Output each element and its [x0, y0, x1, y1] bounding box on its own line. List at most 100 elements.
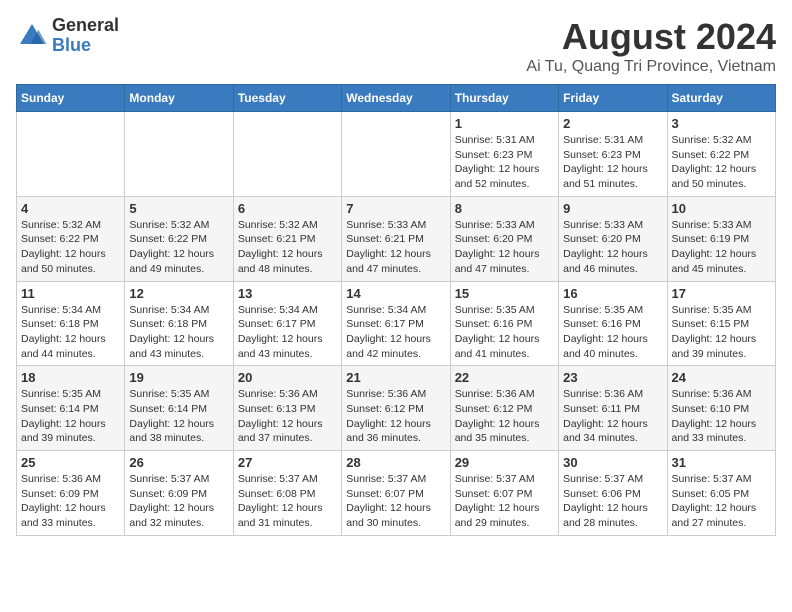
day-info: Sunrise: 5:32 AM Sunset: 6:22 PM Dayligh… [672, 133, 771, 192]
day-number: 5 [129, 201, 228, 216]
day-cell: 24 Sunrise: 5:36 AM Sunset: 6:10 PM Dayli… [667, 366, 775, 451]
day-cell: 6 Sunrise: 5:32 AM Sunset: 6:21 PM Daylig… [233, 196, 341, 281]
day-number: 1 [455, 116, 554, 131]
weekday-header-wednesday: Wednesday [342, 85, 450, 112]
day-info: Sunrise: 5:34 AM Sunset: 6:17 PM Dayligh… [346, 303, 445, 362]
week-row-4: 18 Sunrise: 5:35 AM Sunset: 6:14 PM Dayli… [17, 366, 776, 451]
day-number: 18 [21, 370, 120, 385]
day-cell: 7 Sunrise: 5:33 AM Sunset: 6:21 PM Daylig… [342, 196, 450, 281]
calendar-table: SundayMondayTuesdayWednesdayThursdayFrid… [16, 84, 776, 536]
day-cell: 8 Sunrise: 5:33 AM Sunset: 6:20 PM Daylig… [450, 196, 558, 281]
day-number: 2 [563, 116, 662, 131]
day-info: Sunrise: 5:37 AM Sunset: 6:08 PM Dayligh… [238, 472, 337, 531]
day-info: Sunrise: 5:36 AM Sunset: 6:10 PM Dayligh… [672, 387, 771, 446]
day-number: 19 [129, 370, 228, 385]
logo-general: General [52, 16, 119, 36]
day-number: 30 [563, 455, 662, 470]
day-info: Sunrise: 5:32 AM Sunset: 6:22 PM Dayligh… [129, 218, 228, 277]
day-cell: 4 Sunrise: 5:32 AM Sunset: 6:22 PM Daylig… [17, 196, 125, 281]
logo-icon [16, 20, 48, 52]
day-info: Sunrise: 5:36 AM Sunset: 6:12 PM Dayligh… [346, 387, 445, 446]
day-number: 3 [672, 116, 771, 131]
day-cell: 13 Sunrise: 5:34 AM Sunset: 6:17 PM Dayli… [233, 281, 341, 366]
day-number: 29 [455, 455, 554, 470]
day-cell: 30 Sunrise: 5:37 AM Sunset: 6:06 PM Dayli… [559, 451, 667, 536]
day-info: Sunrise: 5:35 AM Sunset: 6:15 PM Dayligh… [672, 303, 771, 362]
day-number: 20 [238, 370, 337, 385]
day-number: 4 [21, 201, 120, 216]
day-info: Sunrise: 5:36 AM Sunset: 6:13 PM Dayligh… [238, 387, 337, 446]
day-info: Sunrise: 5:35 AM Sunset: 6:14 PM Dayligh… [129, 387, 228, 446]
day-cell: 31 Sunrise: 5:37 AM Sunset: 6:05 PM Dayli… [667, 451, 775, 536]
day-cell: 18 Sunrise: 5:35 AM Sunset: 6:14 PM Dayli… [17, 366, 125, 451]
day-cell: 11 Sunrise: 5:34 AM Sunset: 6:18 PM Dayli… [17, 281, 125, 366]
title-section: August 2024 Ai Tu, Quang Tri Province, V… [526, 16, 776, 76]
day-cell: 9 Sunrise: 5:33 AM Sunset: 6:20 PM Daylig… [559, 196, 667, 281]
day-cell: 12Sunrise: 5:34 AM Sunset: 6:18 PM Dayli… [125, 281, 233, 366]
day-number: 9 [563, 201, 662, 216]
month-title: August 2024 [526, 16, 776, 58]
day-number: 28 [346, 455, 445, 470]
day-number: 24 [672, 370, 771, 385]
day-number: 23 [563, 370, 662, 385]
day-cell: 21 Sunrise: 5:36 AM Sunset: 6:12 PM Dayli… [342, 366, 450, 451]
day-cell: 28 Sunrise: 5:37 AM Sunset: 6:07 PM Dayli… [342, 451, 450, 536]
weekday-header-thursday: Thursday [450, 85, 558, 112]
day-info: Sunrise: 5:35 AM Sunset: 6:16 PM Dayligh… [563, 303, 662, 362]
weekday-header-sunday: Sunday [17, 85, 125, 112]
day-info: Sunrise: 5:33 AM Sunset: 6:20 PM Dayligh… [563, 218, 662, 277]
day-number: 22 [455, 370, 554, 385]
day-info: Sunrise: 5:36 AM Sunset: 6:12 PM Dayligh… [455, 387, 554, 446]
weekday-header-tuesday: Tuesday [233, 85, 341, 112]
day-info: Sunrise: 5:35 AM Sunset: 6:14 PM Dayligh… [21, 387, 120, 446]
day-info: Sunrise: 5:33 AM Sunset: 6:20 PM Dayligh… [455, 218, 554, 277]
day-cell: 25 Sunrise: 5:36 AM Sunset: 6:09 PM Dayli… [17, 451, 125, 536]
day-number: 6 [238, 201, 337, 216]
weekday-header-row: SundayMondayTuesdayWednesdayThursdayFrid… [17, 85, 776, 112]
day-info: Sunrise: 5:36 AM Sunset: 6:09 PM Dayligh… [21, 472, 120, 531]
day-info: Sunrise: 5:33 AM Sunset: 6:21 PM Dayligh… [346, 218, 445, 277]
week-row-2: 4 Sunrise: 5:32 AM Sunset: 6:22 PM Daylig… [17, 196, 776, 281]
logo-text: General Blue [52, 16, 119, 56]
day-number: 12 [129, 286, 228, 301]
day-cell [125, 112, 233, 197]
day-number: 8 [455, 201, 554, 216]
day-cell: 3 Sunrise: 5:32 AM Sunset: 6:22 PM Daylig… [667, 112, 775, 197]
day-info: Sunrise: 5:35 AM Sunset: 6:16 PM Dayligh… [455, 303, 554, 362]
day-info: Sunrise: 5:31 AM Sunset: 6:23 PM Dayligh… [563, 133, 662, 192]
day-cell [17, 112, 125, 197]
day-info: Sunrise: 5:32 AM Sunset: 6:22 PM Dayligh… [21, 218, 120, 277]
day-cell [233, 112, 341, 197]
day-cell: 5 Sunrise: 5:32 AM Sunset: 6:22 PM Daylig… [125, 196, 233, 281]
day-cell: 16Sunrise: 5:35 AM Sunset: 6:16 PM Dayli… [559, 281, 667, 366]
day-number: 7 [346, 201, 445, 216]
day-info: Sunrise: 5:34 AM Sunset: 6:18 PM Dayligh… [21, 303, 120, 362]
location-title: Ai Tu, Quang Tri Province, Vietnam [526, 58, 776, 76]
day-number: 15 [455, 286, 554, 301]
page-header: General Blue August 2024 Ai Tu, Quang Tr… [16, 16, 776, 76]
day-cell: 20 Sunrise: 5:36 AM Sunset: 6:13 PM Dayli… [233, 366, 341, 451]
day-info: Sunrise: 5:37 AM Sunset: 6:06 PM Dayligh… [563, 472, 662, 531]
day-info: Sunrise: 5:34 AM Sunset: 6:17 PM Dayligh… [238, 303, 337, 362]
day-cell: 2 Sunrise: 5:31 AM Sunset: 6:23 PM Daylig… [559, 112, 667, 197]
day-info: Sunrise: 5:32 AM Sunset: 6:21 PM Dayligh… [238, 218, 337, 277]
day-number: 31 [672, 455, 771, 470]
week-row-3: 11 Sunrise: 5:34 AM Sunset: 6:18 PM Dayli… [17, 281, 776, 366]
day-number: 11 [21, 286, 120, 301]
weekday-header-saturday: Saturday [667, 85, 775, 112]
day-number: 13 [238, 286, 337, 301]
day-number: 21 [346, 370, 445, 385]
day-cell: 17Sunrise: 5:35 AM Sunset: 6:15 PM Dayli… [667, 281, 775, 366]
day-cell: 10Sunrise: 5:33 AM Sunset: 6:19 PM Dayli… [667, 196, 775, 281]
day-number: 25 [21, 455, 120, 470]
day-info: Sunrise: 5:37 AM Sunset: 6:07 PM Dayligh… [346, 472, 445, 531]
day-info: Sunrise: 5:37 AM Sunset: 6:05 PM Dayligh… [672, 472, 771, 531]
day-info: Sunrise: 5:37 AM Sunset: 6:09 PM Dayligh… [129, 472, 228, 531]
day-number: 14 [346, 286, 445, 301]
weekday-header-friday: Friday [559, 85, 667, 112]
logo: General Blue [16, 16, 119, 56]
day-number: 26 [129, 455, 228, 470]
day-cell [342, 112, 450, 197]
day-cell: 29Sunrise: 5:37 AM Sunset: 6:07 PM Dayli… [450, 451, 558, 536]
day-cell: 14 Sunrise: 5:34 AM Sunset: 6:17 PM Dayli… [342, 281, 450, 366]
